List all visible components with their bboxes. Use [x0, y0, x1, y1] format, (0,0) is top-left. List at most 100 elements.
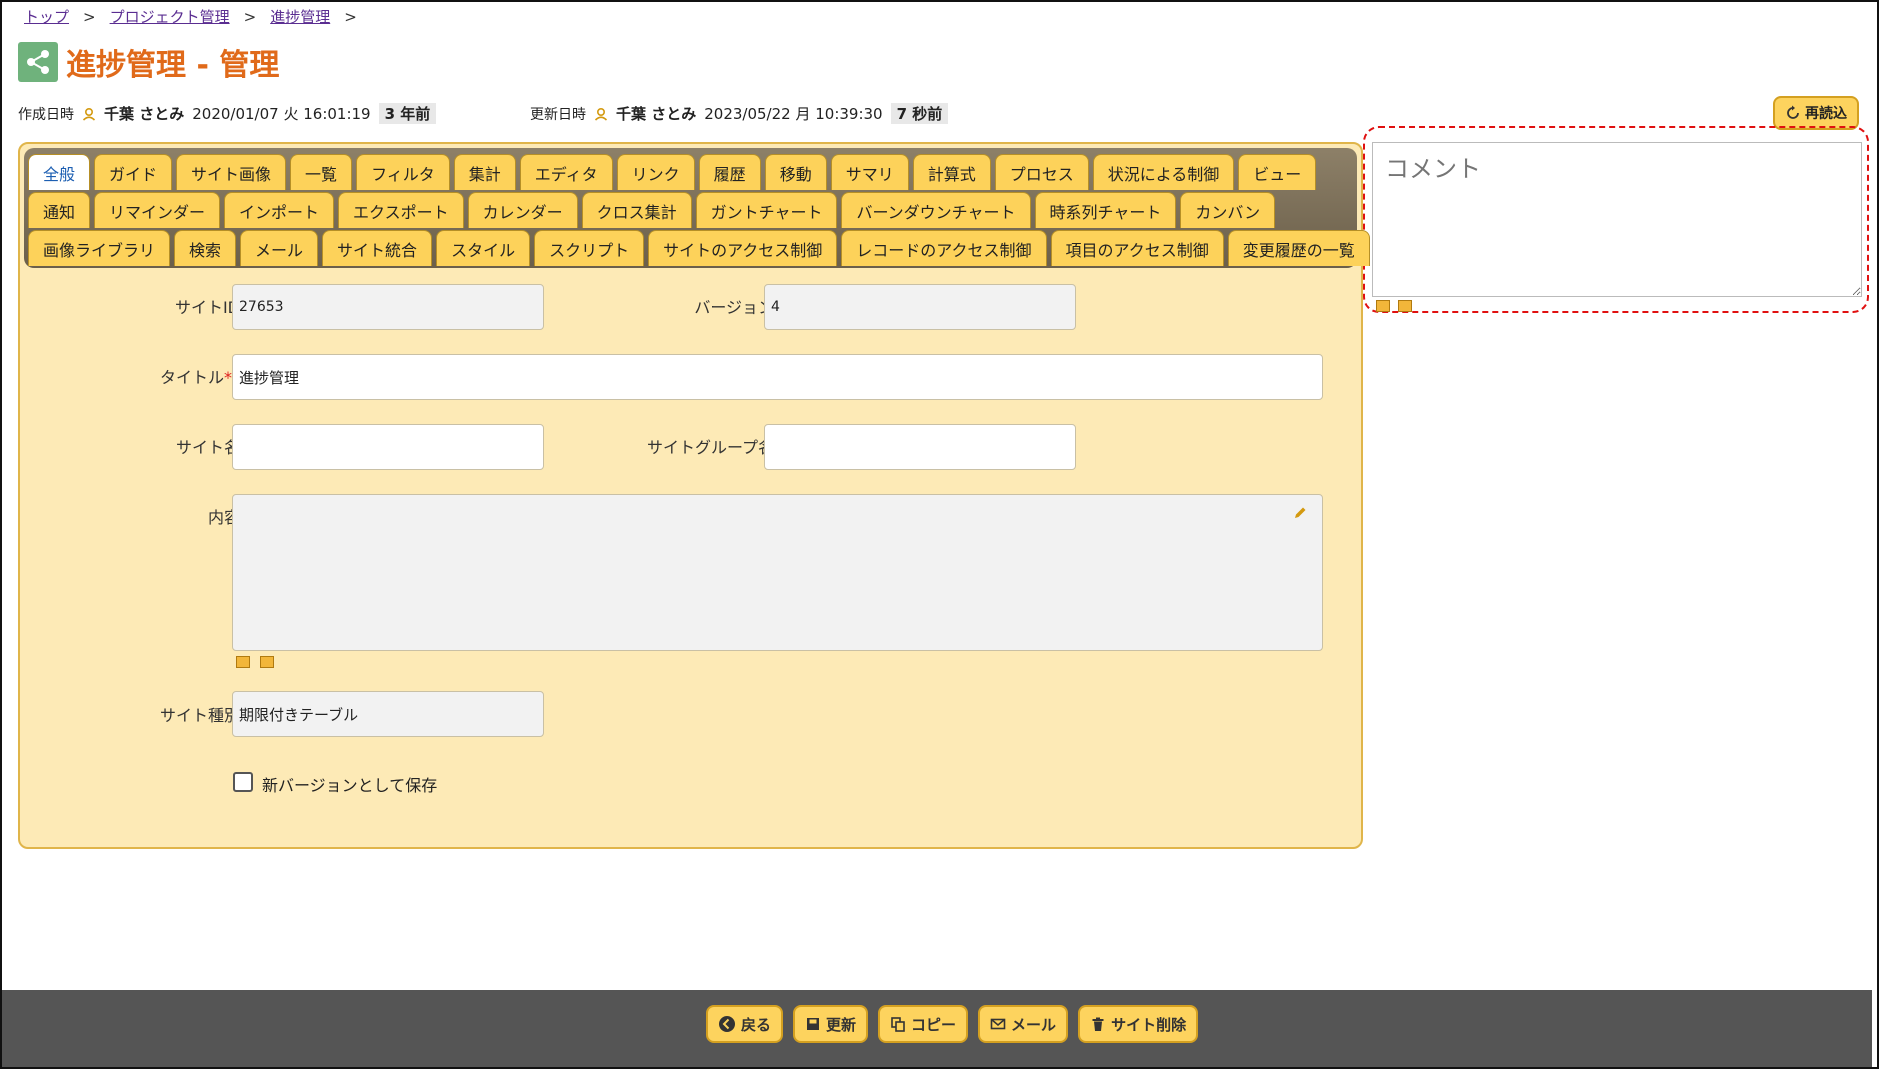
- image-icon[interactable]: [236, 656, 250, 668]
- tab-item[interactable]: 画像ライブラリ: [28, 230, 171, 266]
- tab-item[interactable]: 変更履歴の一覧: [1227, 230, 1370, 266]
- tab-item[interactable]: 集計: [453, 154, 516, 190]
- back-button[interactable]: 戻る: [706, 1005, 784, 1043]
- update-label: 更新: [826, 1015, 857, 1034]
- reload-button[interactable]: 再読込: [1773, 96, 1859, 130]
- content-tools: [236, 656, 274, 668]
- settings-panel: 全般 ガイド サイト画像 一覧 フィルタ 集計 エディタ リンク 履歴 移動 サマリ 計算式 プロセス状…: [18, 142, 1370, 849]
- tab-item[interactable]: エディタ: [519, 154, 613, 190]
- tab-item[interactable]: ビュー: [1238, 154, 1317, 190]
- pencil-icon[interactable]: [1292, 505, 1308, 521]
- tab-item[interactable]: サマリ: [830, 154, 909, 190]
- site-type-field: 期限付きテーブル: [232, 691, 544, 737]
- image-icon[interactable]: [1376, 300, 1390, 312]
- site-id-label: サイトID: [174, 298, 240, 317]
- tab-item[interactable]: フィルタ: [356, 154, 450, 190]
- tab-item[interactable]: リンク: [616, 154, 695, 190]
- tab-item[interactable]: カレンダー: [467, 192, 578, 228]
- tab-item[interactable]: レコードのアクセス制御: [841, 230, 1047, 266]
- mail-label: メール: [1011, 1015, 1057, 1034]
- tab-item[interactable]: 時系列チャート: [1034, 192, 1177, 228]
- breadcrumb: トップ > プロジェクト管理 > 進捗管理 >: [24, 6, 357, 27]
- title-field[interactable]: 進捗管理: [232, 354, 1323, 400]
- tab-item[interactable]: プロセス: [994, 154, 1089, 190]
- tab-item[interactable]: 全般: [28, 154, 91, 190]
- tab-item[interactable]: エクスポート: [338, 192, 464, 228]
- tab-item[interactable]: 通知: [28, 192, 91, 228]
- title-row: 進捗管理 - 管理: [18, 40, 279, 84]
- copy-icon: [891, 1017, 905, 1032]
- content-label: 内容: [207, 508, 240, 527]
- tab-item[interactable]: スタイル: [436, 230, 531, 266]
- attachment-icon[interactable]: [1398, 300, 1412, 312]
- mail-icon: [990, 1018, 1006, 1030]
- version-field: 4: [764, 284, 1076, 330]
- updated-info: 更新日時 千葉 さとみ 2023/05/22 月 10:39:30 7 秒前: [530, 103, 949, 124]
- created-label: 作成日時: [18, 106, 74, 123]
- tab-item[interactable]: メール: [240, 230, 319, 266]
- tab-item[interactable]: 計算式: [912, 154, 991, 190]
- save-icon: [807, 1018, 820, 1030]
- tab-item[interactable]: 検索: [174, 230, 237, 266]
- breadcrumb-separator: >: [344, 7, 357, 26]
- breadcrumb-progress-management[interactable]: 進捗管理: [270, 6, 330, 27]
- copy-button[interactable]: コピー: [878, 1005, 969, 1043]
- updated-ago-badge: 7 秒前: [890, 103, 949, 124]
- tab-item[interactable]: クロス集計: [581, 192, 692, 228]
- updated-user[interactable]: 千葉 さとみ: [616, 103, 696, 124]
- tab-item[interactable]: サイト画像: [176, 154, 287, 190]
- site-group-field[interactable]: [764, 424, 1076, 470]
- user-icon: [594, 107, 608, 121]
- share-icon: [18, 42, 58, 82]
- updated-label: 更新日時: [530, 106, 586, 123]
- tab-item[interactable]: 移動: [764, 154, 827, 190]
- tab-item[interactable]: バーンダウンチャート: [841, 192, 1031, 228]
- new-version-label: 新バージョンとして保存: [262, 776, 438, 795]
- tab-item[interactable]: 一覧: [290, 154, 353, 190]
- footer-buttons: 戻る 更新 コピー メール サイト削除: [706, 1005, 1199, 1043]
- created-ago-badge: 3 年前: [378, 103, 437, 124]
- tab-item[interactable]: ガイド: [94, 154, 173, 190]
- tab-row-3: 画像ライブラリ 検索 メール サイト統合 スタイル スクリプト サイトのアクセス制御 レコード…: [28, 230, 1370, 266]
- comment-tools: [1376, 300, 1412, 312]
- updated-datetime: 2023/05/22 月 10:39:30: [704, 105, 883, 123]
- tab-bar: 全般 ガイド サイト画像 一覧 フィルタ 集計 エディタ リンク 履歴 移動 サマリ 計算式 プロセス状…: [24, 148, 1370, 268]
- content-textarea[interactable]: [232, 494, 1323, 651]
- attachment-icon[interactable]: [260, 656, 274, 668]
- created-info: 作成日時 千葉 さとみ 2020/01/07 火 16:01:19 3 年前: [18, 103, 437, 124]
- tab-item[interactable]: カンバン: [1180, 192, 1276, 228]
- new-version-checkbox[interactable]: [233, 772, 253, 792]
- created-datetime: 2020/01/07 火 16:01:19: [192, 105, 371, 123]
- back-arrow-icon: [719, 1016, 735, 1032]
- tab-item[interactable]: 状況による制御: [1092, 154, 1235, 190]
- site-id-field: 27653: [232, 284, 544, 330]
- mail-button[interactable]: メール: [978, 1005, 1069, 1043]
- breadcrumb-separator: >: [243, 7, 257, 26]
- update-button[interactable]: 更新: [793, 1005, 869, 1043]
- title-label-text: タイトル: [159, 368, 224, 387]
- user-icon: [82, 107, 96, 121]
- page-title: 進捗管理 - 管理: [66, 48, 280, 83]
- breadcrumb-project-management[interactable]: プロジェクト管理: [110, 6, 230, 27]
- title-label: タイトル*: [110, 364, 232, 388]
- delete-site-label: サイト削除: [1111, 1015, 1187, 1034]
- created-user[interactable]: 千葉 さとみ: [104, 103, 184, 124]
- tab-item[interactable]: 項目のアクセス制御: [1050, 230, 1224, 266]
- site-name-field[interactable]: [232, 424, 544, 470]
- tab-item[interactable]: スクリプト: [534, 230, 645, 266]
- breadcrumb-top[interactable]: トップ: [24, 6, 69, 27]
- breadcrumb-separator: >: [83, 7, 96, 26]
- comment-input[interactable]: [1372, 142, 1862, 297]
- back-label: 戻る: [741, 1015, 772, 1034]
- tab-item[interactable]: サイト統合: [322, 230, 433, 266]
- tab-item[interactable]: リマインダー: [94, 192, 221, 228]
- tab-item[interactable]: インポート: [224, 192, 335, 228]
- tab-row-1: 全般 ガイド サイト画像 一覧 フィルタ 集計 エディタ リンク 履歴 移動 サマリ 計算式 プロセス状…: [28, 154, 1317, 190]
- copy-label: コピー: [911, 1015, 957, 1034]
- tab-item[interactable]: ガントチャート: [695, 192, 838, 228]
- tab-row-2: 通知 リマインダー インポート エクスポート カレンダー クロス集計 ガントチャート バーンダ…: [28, 192, 1276, 228]
- delete-site-button[interactable]: サイト削除: [1078, 1005, 1199, 1043]
- tab-item[interactable]: サイトのアクセス制御: [648, 230, 838, 266]
- tab-item[interactable]: 履歴: [698, 154, 761, 190]
- refresh-icon: [1787, 105, 1799, 119]
